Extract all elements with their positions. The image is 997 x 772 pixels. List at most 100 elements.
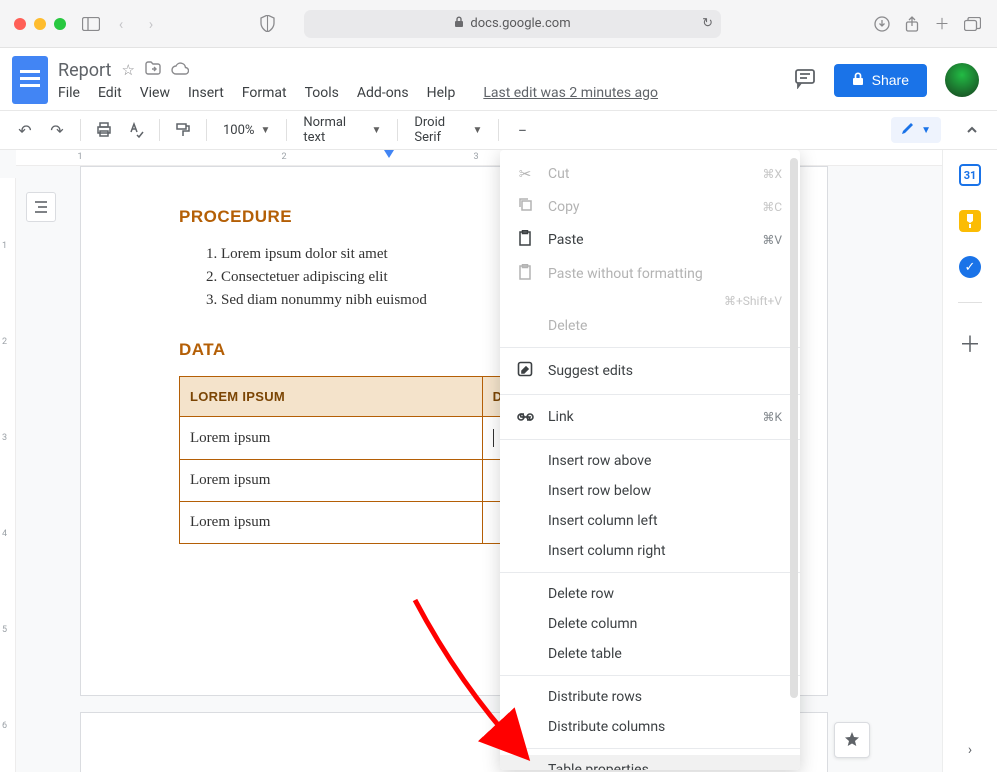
- chevron-down-icon: ▼: [472, 125, 482, 136]
- undo-button[interactable]: ↶: [12, 117, 38, 143]
- menu-delete-row[interactable]: Delete row: [500, 579, 800, 609]
- sidebar-icon[interactable]: [80, 13, 102, 35]
- menu-insert-row-above[interactable]: Insert row above: [500, 446, 800, 476]
- menu-paste[interactable]: Paste ⌘V: [500, 223, 800, 257]
- menu-table-properties[interactable]: Table properties: [500, 755, 800, 770]
- context-menu: ✂ Cut ⌘X Copy ⌘C Paste ⌘V: [500, 150, 800, 770]
- menu-delete-table[interactable]: Delete table: [500, 639, 800, 669]
- move-icon[interactable]: [145, 61, 161, 79]
- redo-button[interactable]: ↷: [44, 117, 70, 143]
- pencil-icon: [901, 121, 915, 139]
- suggest-icon: [516, 361, 534, 381]
- indent-marker-icon[interactable]: [384, 150, 394, 158]
- horizontal-ruler[interactable]: 1 2 3: [16, 150, 942, 166]
- outline-button[interactable]: [26, 192, 56, 222]
- chevron-down-icon: ▼: [260, 125, 270, 136]
- zoom-select[interactable]: 100%▼: [217, 123, 276, 138]
- shield-icon[interactable]: [256, 13, 278, 35]
- last-edit-link[interactable]: Last edit was 2 minutes ago: [483, 85, 658, 101]
- context-menu-scrollbar[interactable]: [790, 158, 798, 698]
- hide-panel-icon[interactable]: ›: [968, 742, 972, 758]
- menu-separator: [500, 572, 800, 573]
- menu-insert-column-right[interactable]: Insert column right: [500, 536, 800, 566]
- gdoc-header: Report ☆ File Edit View Insert Format To…: [0, 48, 997, 104]
- menu-format[interactable]: Format: [242, 85, 287, 101]
- new-tab-icon[interactable]: ＋: [931, 13, 953, 35]
- docs-logo-icon[interactable]: [12, 56, 48, 104]
- lock-icon: [454, 16, 464, 32]
- menu-separator: [500, 439, 800, 440]
- side-panel: 31 ＋ ›: [942, 150, 997, 772]
- collapse-toolbar-icon[interactable]: [959, 117, 985, 143]
- window-controls: [14, 18, 66, 30]
- share-button-label: Share: [872, 72, 909, 88]
- menu-delete[interactable]: Delete: [500, 311, 800, 341]
- menu-addons[interactable]: Add-ons: [357, 85, 409, 101]
- paint-format-button[interactable]: [170, 117, 196, 143]
- menu-paste-wf-shortcut: ⌘+Shift+V: [500, 291, 800, 311]
- menu-link[interactable]: Link ⌘K: [500, 401, 800, 433]
- address-bar[interactable]: docs.google.com ↻: [304, 10, 721, 38]
- workspace: 1 2 3 1 2 3 4 5 6 PROCEDURE Lorem ipsum …: [0, 150, 997, 772]
- address-host: docs.google.com: [470, 16, 570, 31]
- menu-file[interactable]: File: [58, 85, 80, 101]
- font-select[interactable]: Droid Serif▼: [408, 115, 488, 145]
- menu-cut[interactable]: ✂ Cut ⌘X: [500, 158, 800, 190]
- window-maximize[interactable]: [54, 18, 66, 30]
- menu-insert-column-left[interactable]: Insert column left: [500, 506, 800, 536]
- menu-distribute-rows[interactable]: Distribute rows: [500, 682, 800, 712]
- lock-icon: [852, 72, 864, 89]
- canvas-area: 1 2 3 1 2 3 4 5 6 PROCEDURE Lorem ipsum …: [0, 150, 942, 772]
- style-select[interactable]: Normal text▼: [297, 115, 387, 145]
- tabs-icon[interactable]: [961, 13, 983, 35]
- share-button[interactable]: Share: [834, 64, 927, 97]
- menu-copy[interactable]: Copy ⌘C: [500, 190, 800, 223]
- tasks-icon[interactable]: [959, 256, 981, 278]
- copy-icon: [516, 197, 534, 216]
- reload-icon[interactable]: ↻: [702, 16, 713, 31]
- menu-separator: [500, 748, 800, 749]
- window-close[interactable]: [14, 18, 26, 30]
- menu-edit[interactable]: Edit: [98, 85, 122, 101]
- add-addon-icon[interactable]: ＋: [959, 327, 981, 359]
- keep-icon[interactable]: [959, 210, 981, 232]
- print-button[interactable]: [91, 117, 117, 143]
- browser-chrome: ‹ › docs.google.com ↻ ＋: [0, 0, 997, 48]
- vertical-ruler[interactable]: 1 2 3 4 5 6: [0, 178, 16, 772]
- menu-help[interactable]: Help: [427, 85, 456, 101]
- star-icon[interactable]: ☆: [121, 61, 134, 79]
- explore-button[interactable]: [834, 722, 870, 758]
- spellcheck-button[interactable]: [123, 117, 149, 143]
- cloud-status-icon[interactable]: [171, 61, 189, 79]
- nav-forward-icon[interactable]: ›: [140, 13, 162, 35]
- menu-insert[interactable]: Insert: [188, 85, 224, 101]
- menu-view[interactable]: View: [140, 85, 170, 101]
- font-size-down[interactable]: −: [509, 117, 535, 143]
- menu-delete-column[interactable]: Delete column: [500, 609, 800, 639]
- menu-distribute-columns[interactable]: Distribute columns: [500, 712, 800, 742]
- cut-icon: ✂: [516, 165, 534, 183]
- table-cell[interactable]: Lorem ipsum: [180, 460, 483, 502]
- table-cell[interactable]: Lorem ipsum: [180, 502, 483, 544]
- doc-title[interactable]: Report: [58, 60, 111, 81]
- chevron-down-icon: ▼: [371, 125, 381, 136]
- menu-separator: [500, 394, 800, 395]
- editing-mode-button[interactable]: ▼: [891, 117, 941, 143]
- calendar-icon[interactable]: 31: [959, 164, 981, 186]
- table-cell[interactable]: Lorem ipsum: [180, 417, 483, 460]
- table-header[interactable]: LOREM IPSUM: [180, 377, 483, 417]
- menu-separator: [500, 675, 800, 676]
- avatar[interactable]: [945, 63, 979, 97]
- text-caret: [493, 429, 494, 447]
- link-icon: [516, 408, 534, 426]
- menu-paste-without-formatting[interactable]: Paste without formatting: [500, 257, 800, 291]
- nav-back-icon[interactable]: ‹: [110, 13, 132, 35]
- paste-plain-icon: [516, 264, 534, 284]
- menu-tools[interactable]: Tools: [305, 85, 339, 101]
- share-icon[interactable]: [901, 13, 923, 35]
- comments-icon[interactable]: [794, 67, 816, 94]
- window-minimize[interactable]: [34, 18, 46, 30]
- menu-insert-row-below[interactable]: Insert row below: [500, 476, 800, 506]
- downloads-icon[interactable]: [871, 13, 893, 35]
- menu-suggest-edits[interactable]: Suggest edits: [500, 354, 800, 388]
